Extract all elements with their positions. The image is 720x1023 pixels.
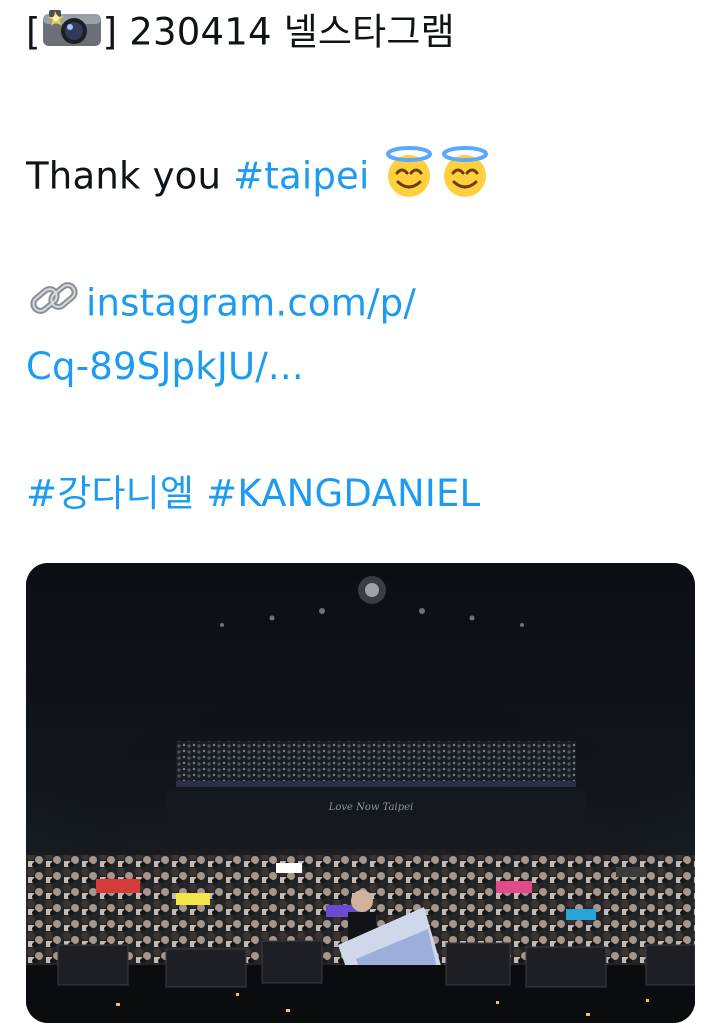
title-text: ] 230414 넬스타그램 <box>102 10 455 54</box>
smiling-face-with-halo-icon <box>437 146 493 210</box>
smiling-face-with-halo-icon <box>381 146 437 210</box>
tweet-title: [ ] 230414 넬스타그램 <box>26 8 455 60</box>
instagram-link-line2[interactable]: Cq-89SJpkJU/... <box>26 343 304 391</box>
instagram-link[interactable]: instagram.com/p/ <box>86 282 416 325</box>
thank-you-text: Thank you <box>26 154 234 198</box>
hashtags-line: #강다니엘 #KANGDANIEL <box>26 470 480 518</box>
title-bracket-open: [ <box>26 10 41 54</box>
stage-banner: Love Now Taipei <box>328 802 414 813</box>
concert-photo[interactable]: Love Now Taipei <box>26 563 695 1023</box>
hashtag-kang-ko-link[interactable]: #강다니엘 <box>26 472 194 515</box>
link-icon <box>26 277 86 333</box>
thank-you-line: Thank you #taipei <box>26 146 493 210</box>
hashtag-taipei-link[interactable]: #taipei <box>233 155 369 198</box>
instagram-link-line1: instagram.com/p/ <box>26 277 416 333</box>
camera-with-flash-icon <box>41 8 103 60</box>
hashtag-kangdaniel-link[interactable]: #KANGDANIEL <box>206 472 480 515</box>
